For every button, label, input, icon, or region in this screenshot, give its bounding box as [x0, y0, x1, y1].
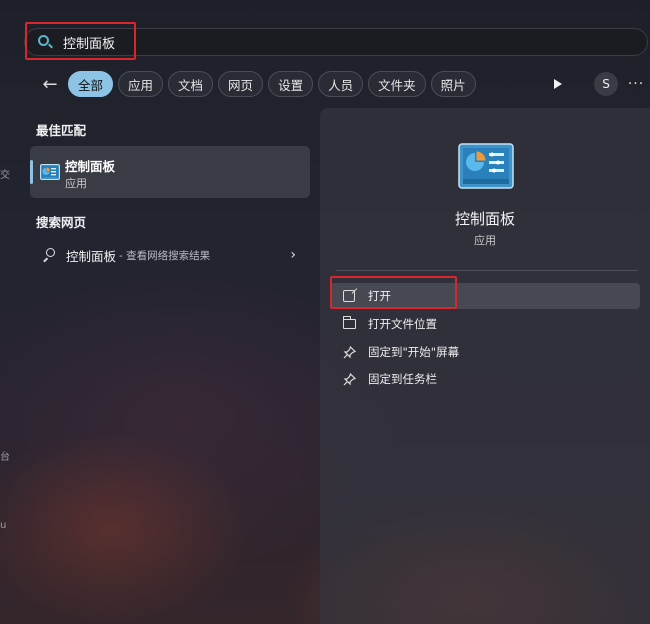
- filter-chip-photos[interactable]: 照片: [430, 71, 476, 97]
- filter-chip-documents[interactable]: 文档: [168, 71, 214, 97]
- filter-bar: ← 全部 应用 文档 网页 设置 人员 文件夹 照片: [36, 70, 481, 98]
- pin-icon: [342, 345, 356, 359]
- highlight-box-search: [25, 22, 136, 60]
- filter-chip-folders[interactable]: 文件夹: [368, 71, 426, 97]
- clipped-edge-text: u: [0, 520, 7, 531]
- control-panel-icon: [458, 143, 514, 193]
- pin-to-taskbar-action[interactable]: 固定到任务栏: [330, 366, 640, 392]
- highlight-box-open: [330, 276, 457, 309]
- filter-chip-apps[interactable]: 应用: [118, 71, 164, 97]
- avatar[interactable]: S: [594, 72, 618, 96]
- folder-icon: [342, 316, 356, 331]
- chevron-right-icon[interactable]: ›: [290, 247, 296, 263]
- web-search-result[interactable]: 控制面板 - 查看网络搜索结果 ›: [30, 242, 310, 268]
- pin-to-start-action[interactable]: 固定到"开始"屏幕: [330, 339, 640, 365]
- search-input[interactable]: [63, 34, 563, 50]
- best-match-name: 控制面板: [65, 159, 116, 174]
- arrow-left-icon[interactable]: ←: [36, 70, 64, 98]
- pin-to-taskbar-label: 固定到任务栏: [368, 372, 437, 386]
- best-match-heading: 最佳匹配: [36, 123, 87, 138]
- open-file-location-label: 打开文件位置: [368, 317, 437, 331]
- filter-chip-settings[interactable]: 设置: [268, 71, 314, 97]
- web-search-hint: - 查看网络搜索结果: [119, 249, 211, 262]
- clipped-edge-text: 交: [0, 170, 10, 181]
- filter-chip-people[interactable]: 人员: [318, 71, 364, 97]
- web-search-query: 控制面板: [66, 248, 117, 264]
- selection-accent: [30, 160, 33, 184]
- web-search-heading: 搜索网页: [36, 215, 87, 230]
- pin-to-start-label: 固定到"开始"屏幕: [368, 345, 460, 359]
- detail-app-name: 控制面板: [454, 210, 515, 228]
- divider: [336, 270, 638, 271]
- play-icon[interactable]: [548, 70, 568, 98]
- best-match-type: 应用: [65, 177, 87, 190]
- detail-app-type: 应用: [474, 234, 496, 247]
- more-options-icon[interactable]: ···: [626, 70, 646, 98]
- filter-chip-web[interactable]: 网页: [218, 71, 264, 97]
- filter-chip-all[interactable]: 全部: [68, 71, 114, 97]
- search-icon: [42, 247, 58, 263]
- best-match-result[interactable]: 控制面板 应用: [30, 146, 310, 198]
- pin-icon: [342, 372, 356, 386]
- clipped-edge-text: 台: [0, 452, 10, 463]
- control-panel-icon: [40, 164, 60, 184]
- open-file-location-action[interactable]: 打开文件位置: [330, 311, 640, 337]
